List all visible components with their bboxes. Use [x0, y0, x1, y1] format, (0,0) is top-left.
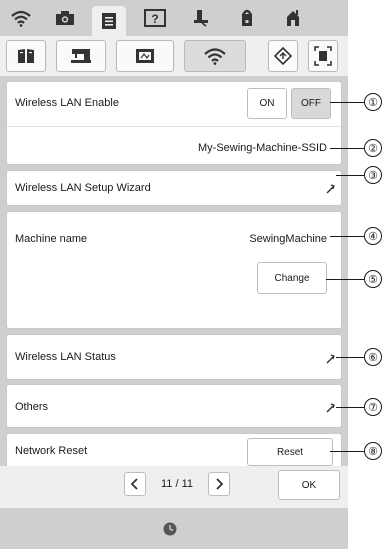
wlan-status-row[interactable]: Wireless LAN Status [6, 334, 342, 380]
others-label: Others [15, 401, 49, 413]
chevron-right-icon [326, 403, 335, 413]
camera-icon[interactable] [48, 5, 82, 31]
page-indicator: 11 / 11 [160, 478, 193, 490]
machine-name-panel: Machine name SewingMachine Change [6, 211, 342, 329]
wifi-tab-icon [204, 48, 226, 65]
next-page-button[interactable] [208, 472, 230, 496]
wlan-status-label: Wireless LAN Status [15, 351, 116, 363]
callout-line [336, 357, 364, 358]
tab-wireless[interactable] [184, 40, 246, 72]
callout-line [330, 236, 364, 237]
book-icon [18, 49, 34, 63]
wlan-off-button[interactable]: OFF [291, 88, 331, 119]
callout-line [330, 148, 364, 149]
top-icon-bar: ? [0, 0, 348, 36]
bottom-bar [0, 508, 348, 549]
settings-tab-strip [0, 36, 348, 76]
callout-6: ⑥ [364, 348, 382, 366]
callout-5: ⑤ [364, 270, 382, 288]
chevron-right-icon [216, 478, 224, 490]
setup-wizard-label: Wireless LAN Setup Wizard [15, 182, 151, 194]
callout-line [336, 407, 364, 408]
callout-1: ① [364, 93, 382, 111]
machine-name-value: SewingMachine [249, 233, 327, 245]
callout-8: ⑧ [364, 442, 382, 460]
reset-button[interactable]: Reset [247, 438, 333, 466]
ssid-value: My-Sewing-Machine-SSID [198, 142, 327, 154]
pager-bar: 11 / 11 OK [0, 466, 348, 508]
svg-text:?: ? [151, 12, 158, 26]
tab-embroidery[interactable] [116, 40, 174, 72]
callout-line [330, 102, 364, 103]
divider [7, 126, 341, 127]
screen-capture-icon [314, 46, 332, 66]
home-icon[interactable] [230, 5, 264, 31]
tab-general[interactable] [6, 40, 46, 72]
network-reset-label: Network Reset [15, 445, 88, 457]
chevron-left-icon [130, 478, 138, 490]
callout-line [326, 279, 364, 280]
embroidery-icon [136, 49, 154, 63]
others-row[interactable]: Others [6, 384, 342, 428]
screen-capture-button[interactable] [308, 40, 338, 72]
callout-4: ④ [364, 227, 382, 245]
tab-sewing[interactable] [56, 40, 106, 72]
wlan-on-button[interactable]: ON [247, 88, 287, 119]
machine-tab-icon [71, 49, 91, 63]
wlan-enable-panel: Wireless LAN Enable ON OFF My-Sewing-Mac… [6, 81, 342, 165]
network-reset-panel: Network Reset Reset [6, 433, 342, 469]
wlan-enable-label: Wireless LAN Enable [15, 97, 119, 109]
reset-settings-icon [274, 47, 292, 65]
help-icon[interactable]: ? [138, 5, 172, 31]
wifi-icon[interactable] [4, 5, 38, 31]
document-icon[interactable] [92, 6, 126, 36]
machine-name-label: Machine name [15, 233, 88, 245]
callout-7: ⑦ [364, 398, 382, 416]
ok-button[interactable]: OK [278, 470, 340, 500]
clock-icon[interactable] [163, 522, 177, 536]
setup-wizard-row[interactable]: Wireless LAN Setup Wizard [6, 170, 342, 206]
settings-screen: ? Wireless LAN Enable ON OFF My-Sewing-M… [0, 0, 348, 549]
chevron-right-icon [326, 354, 335, 364]
callout-line [336, 175, 364, 176]
callout-line [330, 451, 364, 452]
reset-settings-button[interactable] [268, 40, 298, 72]
callout-2: ② [364, 139, 382, 157]
callout-3: ③ [364, 166, 382, 184]
chevron-right-icon [326, 184, 335, 194]
previous-page-button[interactable] [124, 472, 146, 496]
change-button[interactable]: Change [257, 262, 327, 294]
sewing-icon[interactable] [184, 5, 218, 31]
machine-icon[interactable] [276, 5, 310, 31]
